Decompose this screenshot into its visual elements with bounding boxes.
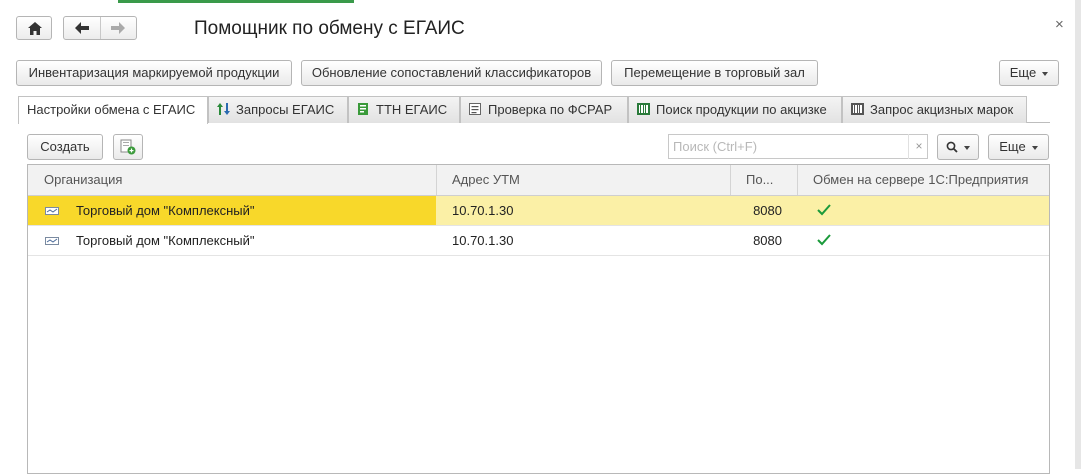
move-to-hall-button[interactable]: Перемещение в торговый зал bbox=[611, 60, 818, 86]
copy-button[interactable] bbox=[113, 134, 143, 160]
tab-ttn-egais[interactable]: ТТН ЕГАИС bbox=[348, 96, 460, 123]
cell-utm-address: 10.70.1.30 bbox=[452, 203, 514, 218]
tab-label: Проверка по ФСРАР bbox=[488, 102, 613, 117]
chevron-down-icon bbox=[1031, 145, 1038, 150]
nav-buttons-group bbox=[63, 16, 137, 40]
more-toolbar-label: Еще bbox=[999, 139, 1026, 154]
tab-egais-requests[interactable]: Запросы ЕГАИС bbox=[208, 96, 348, 123]
search-options-button[interactable] bbox=[937, 134, 979, 160]
cell-organization: Торговый дом "Комплексный" bbox=[28, 226, 436, 255]
organization-icon bbox=[45, 237, 59, 245]
barcode-icon bbox=[851, 103, 864, 115]
create-button[interactable]: Создать bbox=[27, 134, 103, 160]
clear-search-icon[interactable]: × bbox=[908, 134, 929, 159]
column-header-server-exchange[interactable]: Обмен на сервере 1С:Предприятия bbox=[813, 165, 1049, 195]
inventory-button[interactable]: Инвентаризация маркируемой продукции bbox=[16, 60, 292, 86]
checkmark-icon bbox=[817, 234, 831, 246]
add-copy-icon bbox=[120, 139, 136, 155]
barcode-search-icon bbox=[637, 103, 650, 115]
tab-excise-stamps-request[interactable]: Запрос акцизных марок bbox=[842, 96, 1027, 123]
organization-icon bbox=[45, 207, 59, 215]
more-toolbar-button[interactable]: Еще bbox=[988, 134, 1049, 160]
close-icon[interactable]: × bbox=[1055, 16, 1064, 33]
cell-utm-address: 10.70.1.30 bbox=[452, 233, 514, 248]
arrow-right-icon bbox=[111, 22, 125, 34]
tab-exchange-settings[interactable]: Настройки обмена с ЕГАИС bbox=[18, 96, 208, 124]
active-window-indicator bbox=[118, 0, 354, 3]
organization-name: Торговый дом "Комплексный" bbox=[76, 233, 255, 248]
column-header-port[interactable]: По... bbox=[746, 165, 796, 195]
column-divider bbox=[730, 165, 731, 195]
column-divider bbox=[797, 165, 798, 195]
chevron-down-icon bbox=[1042, 71, 1049, 76]
organizations-table[interactable]: Организация Адрес УТМ По... Обмен на сер… bbox=[27, 164, 1050, 474]
checklist-icon bbox=[469, 103, 481, 115]
column-header-organization[interactable]: Организация bbox=[44, 165, 434, 195]
home-button[interactable] bbox=[16, 16, 52, 40]
cell-port: 8080 bbox=[753, 233, 782, 248]
tab-label: Запросы ЕГАИС bbox=[236, 102, 335, 117]
table-row[interactable]: Торговый дом "Комплексный" 10.70.1.30 80… bbox=[28, 226, 1049, 256]
cell-port: 8080 bbox=[753, 203, 782, 218]
window-edge bbox=[1075, 0, 1081, 469]
table-header: Организация Адрес УТМ По... Обмен на сер… bbox=[28, 165, 1049, 196]
column-divider bbox=[436, 165, 437, 195]
chevron-down-icon bbox=[964, 146, 970, 150]
more-commands-label: Еще bbox=[1009, 65, 1037, 80]
checkmark-icon bbox=[817, 204, 831, 216]
update-mapping-button[interactable]: Обновление сопоставлений классификаторов bbox=[301, 60, 602, 86]
tab-label: Настройки обмена с ЕГАИС bbox=[27, 102, 196, 117]
home-icon bbox=[28, 22, 42, 35]
more-commands-button[interactable]: Еще bbox=[999, 60, 1059, 86]
search-input[interactable] bbox=[668, 134, 928, 159]
window-title: Помощник по обмену с ЕГАИС bbox=[194, 18, 465, 39]
arrows-up-down-icon bbox=[217, 103, 230, 115]
tab-label: ТТН ЕГАИС bbox=[376, 102, 448, 117]
magnifier-icon bbox=[946, 141, 958, 153]
column-header-utm-address[interactable]: Адрес УТМ bbox=[452, 165, 722, 195]
tab-fsrar-check[interactable]: Проверка по ФСРАР bbox=[460, 96, 628, 123]
table-row[interactable]: Торговый дом "Комплексный" 10.70.1.30 80… bbox=[28, 196, 1049, 226]
organization-name: Торговый дом "Комплексный" bbox=[76, 203, 255, 218]
arrow-left-icon bbox=[75, 22, 89, 34]
tab-label: Запрос акцизных марок bbox=[870, 102, 1014, 117]
tab-search-by-excise[interactable]: Поиск продукции по акцизке bbox=[628, 96, 842, 123]
tab-label: Поиск продукции по акцизке bbox=[656, 102, 827, 117]
cell-organization: Торговый дом "Комплексный" bbox=[28, 196, 436, 225]
forward-button[interactable] bbox=[101, 17, 136, 39]
back-button[interactable] bbox=[64, 17, 101, 39]
document-green-icon bbox=[358, 103, 368, 115]
